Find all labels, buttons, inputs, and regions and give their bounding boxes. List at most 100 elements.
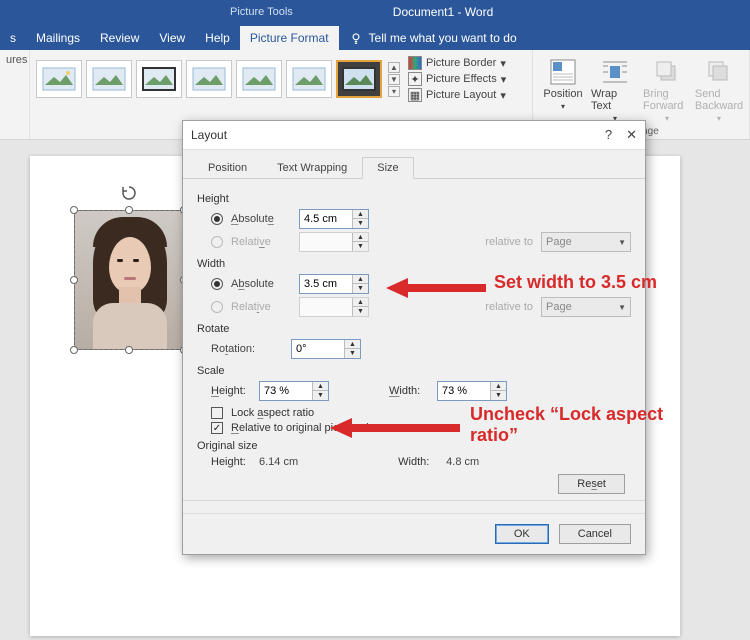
wrap-text-button[interactable]: Wrap Text▾ — [591, 58, 639, 123]
resize-handle[interactable] — [70, 206, 78, 214]
ok-button[interactable]: OK — [495, 524, 549, 544]
tab-view[interactable]: View — [149, 26, 195, 50]
style-thumb[interactable] — [286, 60, 332, 98]
spinner-up-icon[interactable]: ▲ — [345, 340, 360, 349]
portrait-image — [75, 211, 183, 349]
dialog-titlebar[interactable]: Layout ? ✕ — [183, 121, 645, 150]
tab-size[interactable]: Size — [362, 157, 413, 179]
tab-partial[interactable]: s — [0, 26, 26, 50]
annotation-lock-text: Uncheck “Lock aspect ratio” — [470, 404, 700, 445]
checkbox-lock-aspect-ratio[interactable] — [211, 407, 223, 419]
spinner-up-icon[interactable]: ▲ — [491, 382, 506, 391]
tab-picture-format[interactable]: Picture Format — [240, 26, 339, 50]
gallery-scroll[interactable]: ▲▼▾ — [388, 62, 400, 97]
radio-width-relative[interactable] — [211, 301, 223, 313]
style-thumb[interactable] — [136, 60, 182, 98]
width-absolute-spinner[interactable]: ▲▼ — [299, 274, 369, 294]
width-absolute-input[interactable] — [300, 275, 352, 293]
spinner-up-icon[interactable]: ▲ — [353, 210, 368, 219]
document-title: Document1 - Word — [393, 5, 493, 19]
ribbon-partial-label: ures — [6, 54, 23, 66]
position-icon — [549, 58, 577, 86]
position-button[interactable]: Position▾ — [539, 58, 587, 123]
close-icon[interactable]: ✕ — [626, 127, 637, 143]
spinner-down-icon[interactable]: ▼ — [353, 219, 368, 228]
rotate-handle-icon[interactable] — [121, 185, 137, 201]
dialog-tabs: Position Text Wrapping Size — [183, 150, 645, 179]
tab-mailings[interactable]: Mailings — [26, 26, 90, 50]
radio-height-relative[interactable] — [211, 236, 223, 248]
selected-picture[interactable] — [74, 210, 184, 350]
height-absolute-spinner[interactable]: ▲▼ — [299, 209, 369, 229]
layout-icon: ▦ — [408, 88, 422, 102]
rotation-input[interactable] — [292, 340, 344, 358]
tab-review[interactable]: Review — [90, 26, 149, 50]
height-relative-to-combo: Page▼ — [541, 232, 631, 252]
resize-handle[interactable] — [125, 206, 133, 214]
gallery-down-icon[interactable]: ▼ — [388, 74, 400, 85]
label-lock-aspect: Lock aspect ratio — [231, 407, 314, 419]
reset-button[interactable]: Reset — [558, 474, 625, 494]
tell-me-search[interactable]: Tell me what you want to do — [339, 26, 527, 50]
resize-handle[interactable] — [125, 346, 133, 354]
style-thumb[interactable] — [186, 60, 232, 98]
spinner-down-icon[interactable]: ▼ — [353, 284, 368, 293]
effects-icon: ✦ — [408, 72, 422, 86]
style-thumb[interactable] — [236, 60, 282, 98]
style-thumb[interactable] — [36, 60, 82, 98]
label-orig-height: Height: — [211, 456, 253, 468]
section-height: Height — [197, 193, 631, 205]
chevron-down-icon: ▾ — [500, 57, 506, 70]
gallery-up-icon[interactable]: ▲ — [388, 62, 400, 73]
layout-dialog: Layout ? ✕ Position Text Wrapping Size H… — [182, 120, 646, 555]
ribbon-group-left: ures — [0, 50, 30, 139]
label-scale-height: Height: — [211, 385, 253, 397]
label-height-absolute: Absolute — [231, 213, 291, 225]
picture-styles-gallery[interactable]: ▲▼▾ Picture Border ▾ ✦Picture Effects ▾ … — [36, 54, 526, 104]
send-backward-button[interactable]: Send Backward▾ — [695, 58, 743, 123]
resize-handle[interactable] — [70, 276, 78, 284]
scale-height-spinner[interactable]: ▲▼ — [259, 381, 329, 401]
rotation-spinner[interactable]: ▲▼ — [291, 339, 361, 359]
radio-height-absolute[interactable] — [211, 213, 223, 225]
gallery-more-icon[interactable]: ▾ — [388, 86, 400, 97]
chevron-down-icon: ▾ — [501, 73, 507, 86]
bring-forward-button[interactable]: Bring Forward▾ — [643, 58, 691, 123]
chevron-down-icon: ▼ — [618, 238, 626, 247]
picture-effects-button[interactable]: ✦Picture Effects ▾ — [408, 72, 506, 86]
style-thumb-selected[interactable] — [336, 60, 382, 98]
annotation-arrow-lock — [330, 416, 460, 443]
wrap-text-icon — [601, 58, 629, 86]
help-icon[interactable]: ? — [605, 127, 612, 143]
tab-position[interactable]: Position — [193, 157, 262, 179]
checkbox-relative-original[interactable]: ✓ — [211, 422, 223, 434]
picture-layout-button[interactable]: ▦Picture Layout ▾ — [408, 88, 506, 102]
spinner-down-icon[interactable]: ▼ — [313, 391, 328, 400]
tab-help[interactable]: Help — [195, 26, 240, 50]
tab-text-wrapping[interactable]: Text Wrapping — [262, 157, 362, 179]
chevron-down-icon: ▾ — [500, 89, 506, 102]
scale-height-input[interactable] — [260, 382, 312, 400]
spinner-down-icon[interactable]: ▼ — [345, 349, 360, 358]
spinner-up-icon[interactable]: ▲ — [353, 275, 368, 284]
send-backward-icon — [705, 58, 733, 86]
tell-me-label: Tell me what you want to do — [369, 31, 517, 45]
spinner-up-icon[interactable]: ▲ — [313, 382, 328, 391]
style-thumb[interactable] — [86, 60, 132, 98]
label-height-relative: Relative — [231, 236, 291, 248]
cancel-button[interactable]: Cancel — [559, 524, 631, 544]
section-rotate: Rotate — [197, 323, 631, 335]
picture-border-button[interactable]: Picture Border ▾ — [408, 56, 506, 70]
annotation-arrow-width — [386, 276, 486, 303]
value-orig-height: 6.14 cm — [259, 456, 298, 468]
section-scale: Scale — [197, 365, 631, 377]
height-absolute-input[interactable] — [300, 210, 352, 228]
spinner-down-icon[interactable]: ▼ — [491, 391, 506, 400]
radio-width-absolute[interactable] — [211, 278, 223, 290]
titlebar: Picture Tools Document1 - Word — [0, 0, 750, 24]
border-swatch-icon — [408, 56, 422, 70]
resize-handle[interactable] — [70, 346, 78, 354]
annotation-width-text: Set width to 3.5 cm — [494, 272, 657, 293]
scale-width-input[interactable] — [438, 382, 490, 400]
scale-width-spinner[interactable]: ▲▼ — [437, 381, 507, 401]
